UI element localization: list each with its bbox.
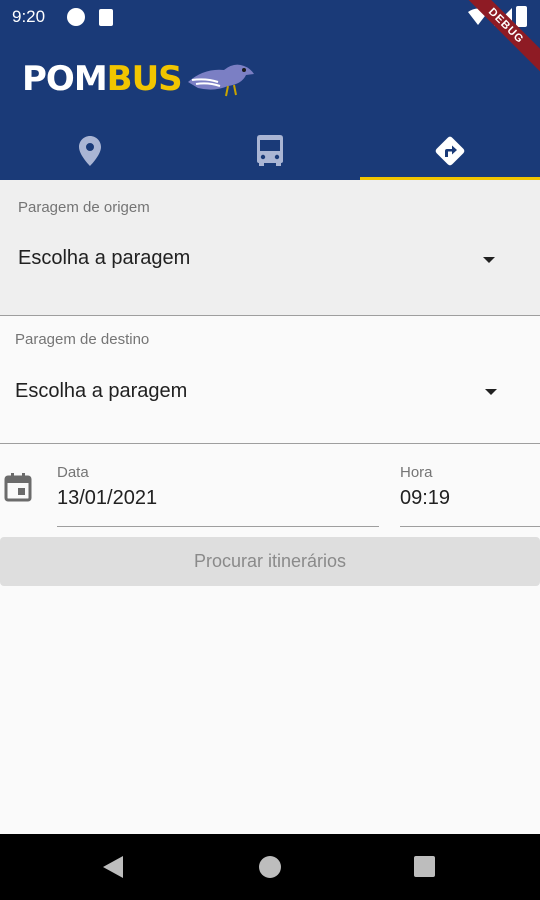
home-icon[interactable]: [259, 856, 281, 878]
date-value: 13/01/2021: [57, 487, 158, 509]
tab-bar: [0, 122, 540, 180]
notification-icon: [67, 8, 85, 26]
back-icon[interactable]: [103, 856, 123, 878]
destination-value: Escolha a paragem: [15, 380, 188, 402]
chevron-down-icon: [485, 389, 497, 395]
battery-icon: [516, 6, 527, 27]
logo-text-pom: POM: [22, 59, 108, 99]
tab-stops[interactable]: [0, 122, 180, 180]
app-bar: POM BUS: [0, 34, 540, 180]
sd-card-icon: [99, 9, 113, 26]
pigeon-icon: [187, 64, 254, 97]
search-itineraries-button[interactable]: Procurar itinerários: [0, 537, 540, 586]
calendar-icon: [4, 473, 32, 502]
destination-label: Paragem de destino: [15, 331, 150, 348]
date-label: Data: [57, 464, 89, 481]
date-field[interactable]: Data 13/01/2021: [57, 444, 379, 528]
status-bar: 9:20: [0, 0, 540, 34]
origin-label: Paragem de origem: [18, 199, 150, 216]
chevron-down-icon: [483, 257, 495, 263]
recent-apps-icon[interactable]: [414, 856, 435, 877]
logo-text-bus: BUS: [106, 59, 183, 99]
directions-icon: [435, 136, 465, 166]
system-nav-bar: [0, 834, 540, 900]
location-pin-icon: [79, 136, 101, 166]
signal-icon: [494, 8, 512, 26]
origin-value: Escolha a paragem: [18, 247, 191, 269]
origin-dropdown[interactable]: Paragem de origem Escolha a paragem: [0, 180, 540, 316]
app-logo: POM BUS: [22, 54, 256, 104]
wifi-icon: [468, 8, 488, 25]
time-label: Hora: [400, 464, 433, 481]
tab-itineraries[interactable]: [360, 122, 540, 180]
bus-icon: [257, 135, 283, 166]
destination-dropdown[interactable]: Paragem de destino Escolha a paragem: [0, 316, 540, 444]
time-field[interactable]: Hora 09:19: [400, 444, 540, 528]
tab-lines[interactable]: [180, 122, 360, 180]
time-value: 09:19: [400, 487, 451, 509]
status-time: 9:20: [12, 7, 46, 26]
time-underline: [400, 526, 540, 527]
date-underline: [57, 526, 379, 527]
date-time-row: Data 13/01/2021 Hora 09:19: [0, 444, 540, 534]
